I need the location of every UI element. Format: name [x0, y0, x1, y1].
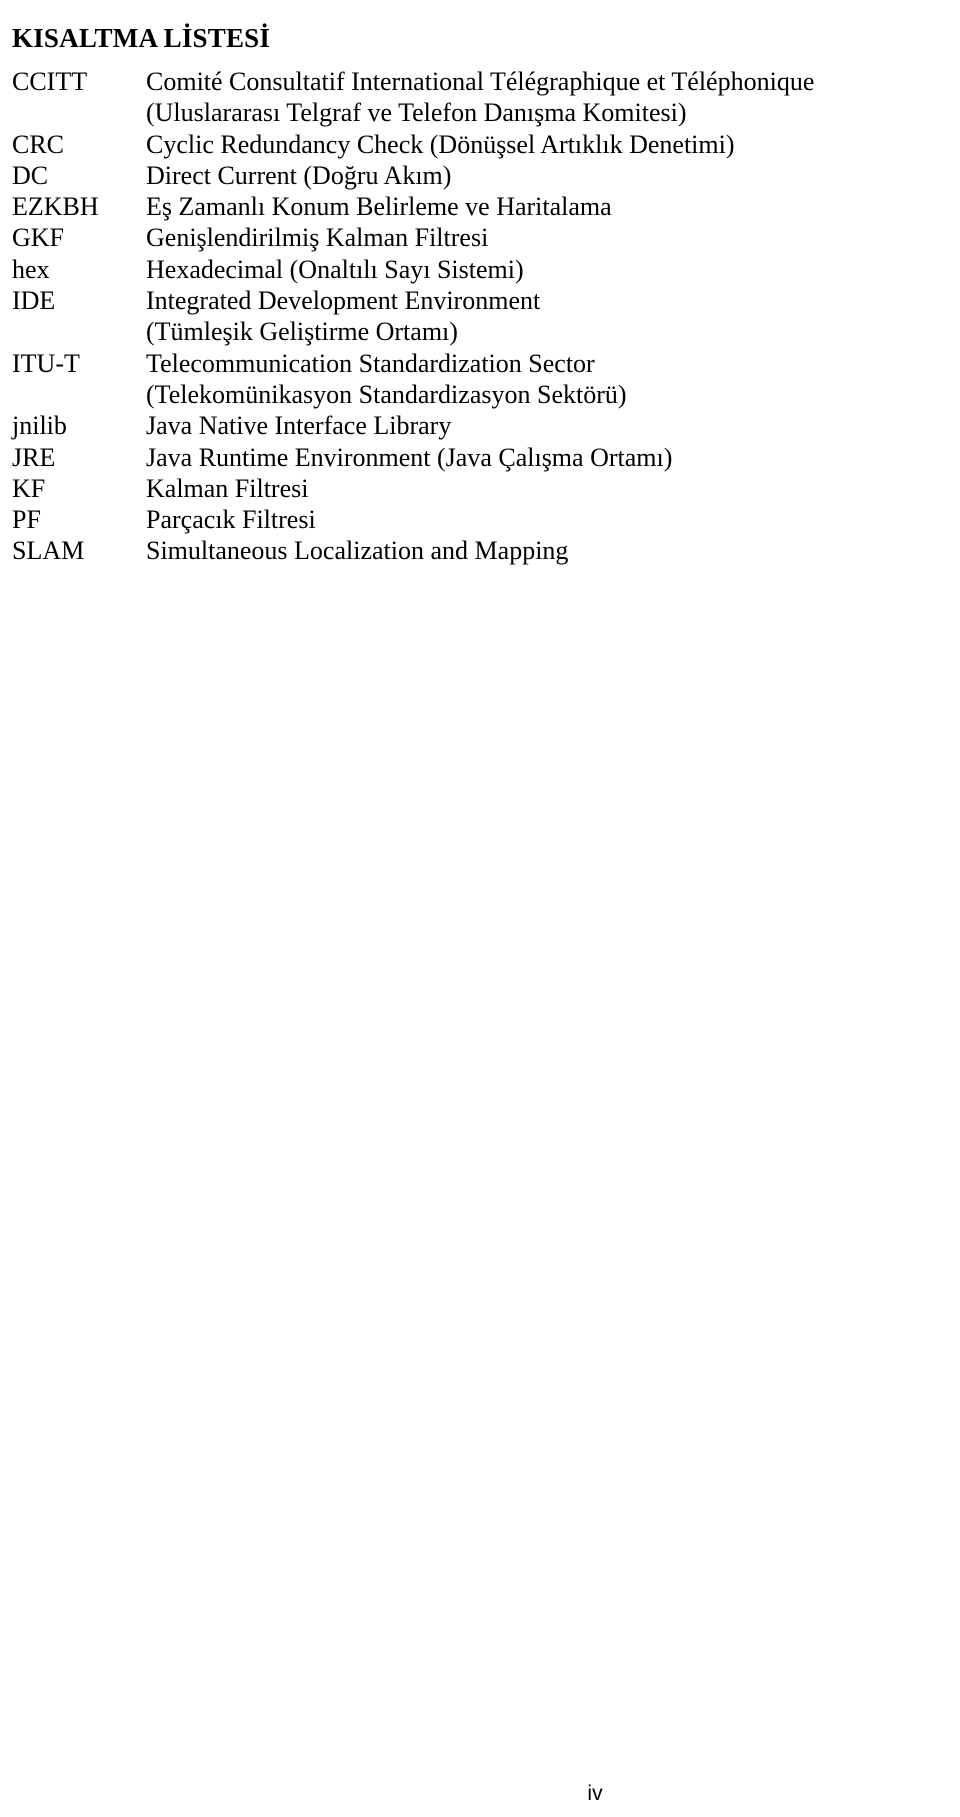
abbreviation-term: CCITT: [12, 67, 88, 96]
abbreviation-term: KF: [12, 473, 46, 503]
abbreviation-definition-line: Direct Current (Doğru Akım): [146, 160, 452, 190]
abbreviation-row: CRC Cyclic Redundancy Check (Dönüşsel Art…: [12, 129, 947, 160]
abbreviation-term: EZKBH: [12, 192, 99, 222]
abbreviation-definition-line: Parçacık Filtresi: [146, 505, 316, 535]
abbreviation-definition: Parçacık Filtresi: [146, 504, 947, 535]
abbreviation-definition-line: Integrated Development Environment: [146, 286, 541, 316]
abbreviation-row: KF Kalman Filtresi: [12, 473, 947, 504]
abbreviation-term: DC: [12, 160, 49, 190]
abbreviation-row: hex Hexadecimal (Onaltılı Sayı Sistemi): [12, 254, 947, 285]
abbreviation-row: SLAM Simultaneous Localization and Mappin…: [12, 535, 947, 566]
abbreviation-term: CRC: [12, 129, 65, 159]
abbreviation-definition-line: Genişlendirilmiş Kalman Filtresi: [146, 223, 489, 253]
abbreviation-term: JRE: [12, 442, 56, 472]
abbreviation-definition-line: Cyclic Redundancy Check (Dönüşsel Artıkl…: [146, 129, 735, 159]
abbreviation-definition: Kalman Filtresi: [146, 473, 947, 504]
abbreviation-definition-line: Java Runtime Environment (Java Çalışma O…: [146, 442, 673, 472]
document-page: KISALTMA LİSTESİ CCITT Comité Consultatif…: [0, 0, 960, 1817]
abbreviation-term: PF: [12, 505, 41, 535]
page-title: KISALTMA LİSTESİ: [12, 23, 271, 54]
abbreviation-definition-line: (Tümleşik Geliştirme Ortamı): [146, 317, 458, 347]
abbreviation-row: GKF Genişlendirilmiş Kalman Filtresi: [12, 222, 947, 253]
abbreviation-definition-line: Eş Zamanlı Konum Belirleme ve Haritalama: [146, 192, 612, 222]
abbreviation-row: CCITT Comité Consultatif International Té…: [12, 66, 947, 129]
abbreviation-definition: Java Native Interface Library: [146, 410, 947, 441]
abbreviation-definition: Telecommunication Standardization Sector…: [146, 348, 947, 411]
abbreviation-definition-line: Kalman Filtresi: [146, 473, 309, 503]
abbreviation-definition-line: (Telekomünikasyon Standardizasyon Sektör…: [146, 379, 627, 409]
abbreviation-term: hex: [12, 254, 50, 284]
abbreviation-term: SLAM: [12, 536, 85, 566]
abbreviation-definition: Direct Current (Doğru Akım): [146, 160, 947, 191]
abbreviation-term: GKF: [12, 223, 65, 253]
abbreviation-definition: Integrated Development Environment (Tümle…: [146, 285, 947, 348]
abbreviation-row: ITU-T Telecommunication Standardization S…: [12, 348, 947, 411]
abbreviation-row: JRE Java Runtime Environment (Java Çalışm…: [12, 442, 947, 473]
abbreviation-definition-line: Telecommunication Standardization Sector: [146, 348, 595, 378]
abbreviation-row: PF Parçacık Filtresi: [12, 504, 947, 535]
abbreviation-definition: Comité Consultatif International Télégra…: [146, 66, 947, 129]
abbreviation-definition: Java Runtime Environment (Java Çalışma O…: [146, 442, 947, 473]
abbreviation-definition: Hexadecimal (Onaltılı Sayı Sistemi): [146, 254, 947, 285]
abbreviation-term: IDE: [12, 286, 56, 316]
abbreviation-term: jnilib: [12, 411, 67, 441]
abbreviation-definition-line: Simultaneous Localization and Mapping: [146, 536, 569, 566]
abbreviation-row: jnilib Java Native Interface Library: [12, 410, 947, 441]
abbreviation-term: ITU-T: [12, 348, 80, 378]
abbreviation-definition-line: Comité Consultatif International Télégra…: [146, 67, 815, 96]
abbreviation-definition-line: (Uluslararası Telgraf ve Telefon Danışma…: [146, 98, 687, 128]
abbreviation-list: CCITT Comité Consultatif International Té…: [12, 66, 947, 567]
abbreviation-row: DC Direct Current (Doğru Akım): [12, 160, 947, 191]
page-number: iv: [587, 1782, 603, 1805]
abbreviation-definition: Simultaneous Localization and Mapping: [146, 535, 947, 566]
abbreviation-row: EZKBH Eş Zamanlı Konum Belirleme ve Harit…: [12, 191, 947, 222]
abbreviation-definition: Eş Zamanlı Konum Belirleme ve Haritalama: [146, 191, 947, 222]
abbreviation-definition-line: Java Native Interface Library: [146, 411, 452, 441]
abbreviation-definition: Genişlendirilmiş Kalman Filtresi: [146, 222, 947, 253]
abbreviation-row: IDE Integrated Development Environment (Tü…: [12, 285, 947, 348]
abbreviation-definition: Cyclic Redundancy Check (Dönüşsel Artıkl…: [146, 129, 947, 160]
abbreviation-definition-line: Hexadecimal (Onaltılı Sayı Sistemi): [146, 254, 524, 284]
